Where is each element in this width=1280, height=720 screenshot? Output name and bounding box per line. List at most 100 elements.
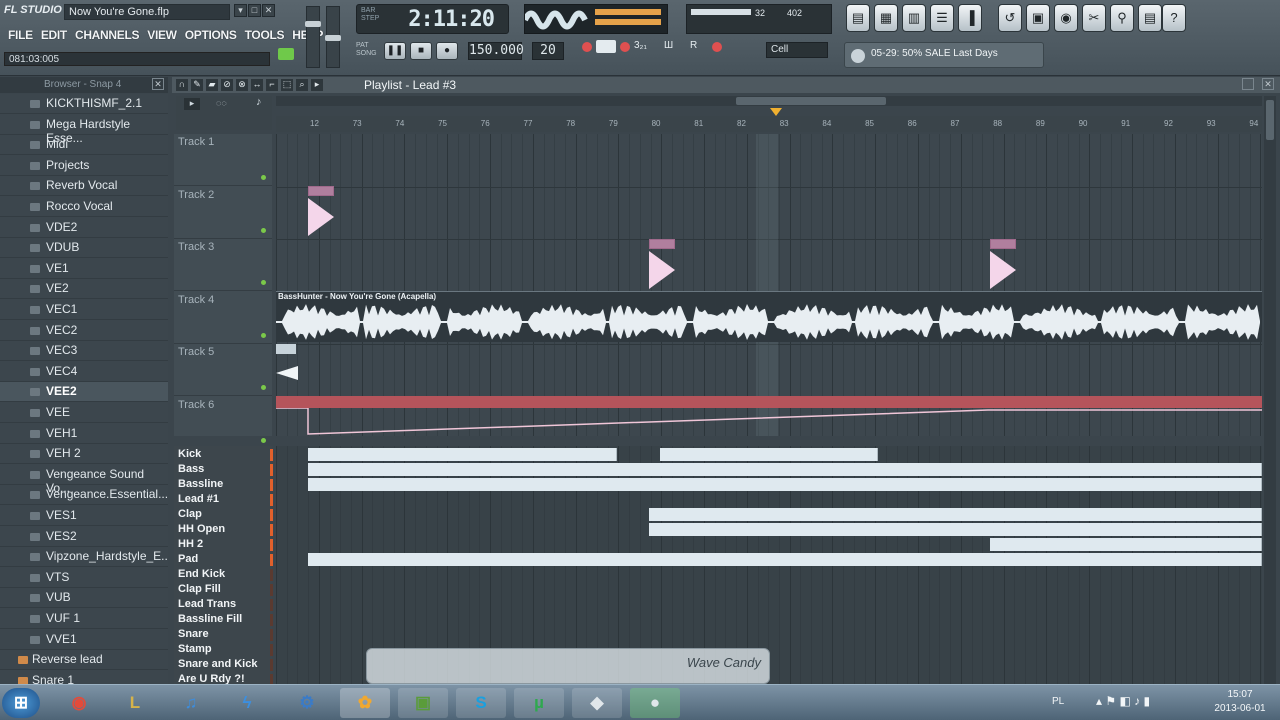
undo-icon[interactable]: ↺ — [998, 4, 1022, 32]
channel-select-icon[interactable] — [270, 659, 273, 671]
browser-item[interactable]: VUB — [0, 588, 168, 609]
browser-item[interactable]: KICKTHISMF_2.1 — [0, 94, 168, 114]
step-block[interactable] — [649, 508, 1262, 521]
news-ticker[interactable]: 05-29: 50% SALE Last Days — [844, 42, 1044, 68]
browser-item[interactable]: VE2 — [0, 279, 168, 300]
sequencer-row[interactable] — [276, 493, 1262, 507]
step-block[interactable] — [308, 463, 1262, 476]
chrome-icon[interactable]: ◉ — [54, 688, 104, 718]
minecraft-icon[interactable]: ▣ — [398, 688, 448, 718]
cut-icon[interactable]: ✂ — [1082, 4, 1106, 32]
browser-item[interactable]: VVE1 — [0, 630, 168, 650]
skype-icon[interactable]: S — [456, 688, 506, 718]
sequencer-row[interactable] — [276, 463, 1262, 477]
fl-studio-taskbar-icon[interactable]: ✿ — [340, 688, 390, 718]
select-icon[interactable]: ⬚ — [281, 79, 293, 91]
record-button[interactable]: ● — [436, 42, 458, 60]
playlist-grid[interactable]: BassHunter - Now You're Gone (Acapella) — [276, 134, 1262, 436]
blend-notes-icon[interactable]: R — [690, 40, 708, 53]
pattern-clip[interactable] — [990, 239, 1016, 249]
step-block[interactable] — [990, 538, 1262, 551]
recording-app-icon[interactable]: ● — [630, 688, 680, 718]
track-header[interactable]: Track 6 — [174, 397, 272, 449]
brush-icon[interactable]: ▰ — [206, 79, 218, 91]
browser-item[interactable]: VE1 — [0, 259, 168, 279]
track-enabled-icon[interactable] — [261, 385, 266, 390]
close-playlist-icon[interactable]: ✕ — [1262, 78, 1274, 90]
channel-select-icon[interactable] — [270, 584, 273, 596]
language-indicator[interactable]: PL — [1052, 696, 1064, 707]
browser-item[interactable]: VEE — [0, 403, 168, 423]
slip-icon[interactable]: ↔ — [251, 79, 263, 91]
browser-icon[interactable]: ☰ — [930, 4, 954, 32]
track-header[interactable]: Track 2 — [174, 187, 272, 239]
menu-options[interactable]: OPTIONS — [181, 28, 241, 45]
pattern-mode-icon[interactable]: ▸ — [184, 98, 200, 110]
browser-item[interactable]: Rocco Vocal — [0, 197, 168, 217]
timeline-ruler[interactable]: 12 73 74 75 76 77 78 79 80 81 82 83 84 85 86 87 88 89 90 91… — [276, 116, 1262, 132]
browser-item[interactable]: Snare 1 — [0, 671, 168, 684]
stop-button[interactable]: ■ — [410, 42, 432, 60]
browser-item[interactable]: Reverb Vocal — [0, 176, 168, 197]
browser-item[interactable]: VDUB — [0, 238, 168, 259]
audio-clip[interactable]: BassHunter - Now You're Gone (Acapella) — [276, 291, 1262, 342]
settings-gear-icon[interactable]: ⚙ — [282, 688, 332, 718]
channel-select-icon[interactable] — [270, 539, 273, 551]
sequencer-row[interactable] — [276, 523, 1262, 537]
sequencer-row[interactable] — [276, 538, 1262, 552]
track-header[interactable]: Track 1 — [174, 134, 272, 186]
menu-view[interactable]: VIEW — [143, 28, 180, 45]
automation-clip-header[interactable] — [276, 396, 1262, 408]
vertical-scrollbar[interactable] — [1264, 96, 1276, 684]
step-block[interactable] — [308, 553, 1262, 566]
pencil-icon[interactable]: ✎ — [191, 79, 203, 91]
browser-item[interactable]: Vengeance Sound Vo... — [0, 465, 168, 495]
pat-song-switch[interactable]: PAT SONG — [356, 42, 377, 58]
track-enabled-icon[interactable] — [261, 280, 266, 285]
channel-name[interactable]: Kick — [178, 448, 272, 463]
playlist-title[interactable]: Playlist - Lead #3 — [364, 77, 456, 92]
pattern-clip[interactable] — [308, 186, 334, 196]
metronome-icon[interactable]: 3₂₁ — [634, 40, 652, 53]
loop-record-icon[interactable] — [712, 42, 722, 52]
browser-item[interactable]: VES1 — [0, 506, 168, 526]
track-header[interactable]: Track 4 — [174, 292, 272, 344]
sequencer-row[interactable] — [276, 568, 1262, 582]
app-icon[interactable]: ◆ — [572, 688, 622, 718]
tray-icons[interactable]: ▴ ⚑ ◧ ♪ ▮ — [1096, 694, 1150, 708]
pattern-clip[interactable] — [649, 239, 675, 249]
channel-name[interactable]: Stamp — [178, 643, 272, 658]
channel-select-icon[interactable] — [270, 449, 273, 461]
channel-select-icon[interactable] — [270, 494, 273, 506]
menu-channels[interactable]: CHANNELS — [71, 28, 143, 45]
channel-name[interactable]: HH 2 — [178, 538, 272, 553]
channel-name[interactable]: Bass — [178, 463, 272, 478]
track-header[interactable]: Track 5 — [174, 344, 272, 396]
pattern-selector[interactable]: 20 — [532, 42, 564, 60]
typing-keyboard-icon[interactable] — [596, 40, 616, 53]
sequencer-row[interactable] — [276, 613, 1262, 627]
sequencer-row[interactable] — [276, 448, 1262, 462]
magnet-icon[interactable]: ∩ — [176, 79, 188, 91]
browser-item[interactable]: VTS — [0, 568, 168, 588]
scrollbar-thumb[interactable] — [736, 97, 886, 105]
track-enabled-icon[interactable] — [261, 175, 266, 180]
channel-name[interactable]: Clap Fill — [178, 583, 272, 598]
master-volume-slider[interactable] — [305, 6, 321, 68]
browser-item[interactable]: Mega Hardstyle Esse... — [0, 115, 168, 145]
browser-item[interactable]: VEC1 — [0, 300, 168, 320]
tempo-display[interactable]: 150.000 — [468, 42, 524, 60]
channel-name[interactable]: Bassline — [178, 478, 272, 493]
track-enabled-icon[interactable] — [261, 227, 266, 233]
menu-tools[interactable]: TOOLS — [241, 28, 289, 45]
maximize-playlist-icon[interactable] — [1242, 78, 1254, 90]
channel-select-icon[interactable] — [270, 569, 273, 581]
browser-item[interactable]: VEH1 — [0, 424, 168, 444]
master-pitch-slider[interactable] — [325, 6, 341, 68]
system-clock[interactable]: 15:07 2013-06-01 — [1210, 688, 1270, 716]
minimize-icon[interactable]: ▾ — [234, 4, 247, 17]
step-block[interactable] — [649, 523, 1262, 536]
slice-icon[interactable]: ⌐ — [266, 79, 278, 91]
step-block[interactable] — [660, 448, 878, 461]
thunderbolt-icon[interactable]: ϟ — [222, 688, 272, 718]
